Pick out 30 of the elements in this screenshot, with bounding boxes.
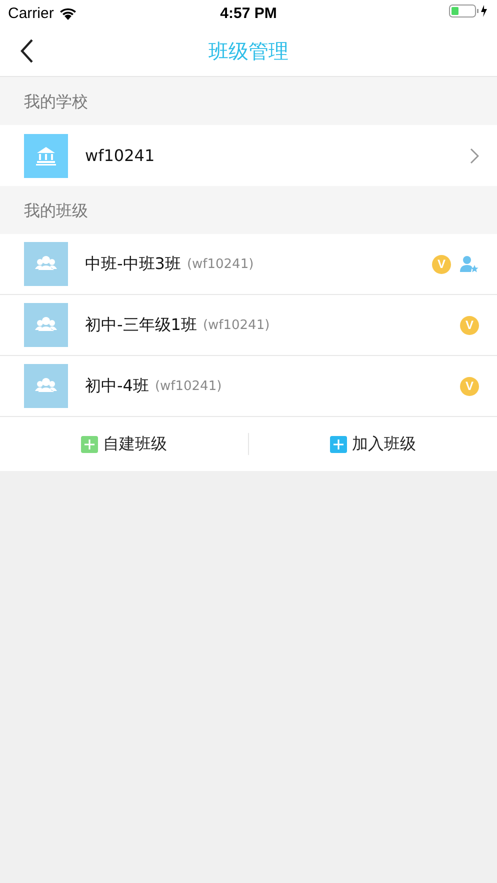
school-code: (wf10241) <box>154 378 222 394</box>
back-icon[interactable] <box>20 39 34 63</box>
school-code: (wf10241) <box>202 318 270 332</box>
chevron-icon <box>470 148 479 164</box>
page-title: 班级管理 <box>208 38 288 64</box>
section-header: 我的班级 <box>0 186 497 234</box>
status-time: 4:57 PM <box>220 4 277 22</box>
vip-badge: V <box>460 376 479 396</box>
group-icon <box>24 303 68 347</box>
class-row[interactable]: 中班-中班3班 (wf10241) V <box>0 234 497 295</box>
teacher-icon <box>459 254 479 274</box>
vip-badge: V <box>460 316 479 334</box>
vip-badge: V <box>432 254 451 274</box>
action-button[interactable]: 加入班级 <box>326 430 420 458</box>
class-name: 初中-三年级1班 <box>85 314 197 336</box>
action-button[interactable]: 自建班级 <box>77 430 171 458</box>
school-row[interactable]: wf10241 <box>0 125 497 186</box>
school-code: (wf10241) <box>186 256 254 272</box>
group-icon <box>24 242 68 286</box>
class-row[interactable]: 初中-三年级1班 (wf10241) V <box>0 295 497 356</box>
school-name: wf10241 <box>85 146 156 165</box>
section-header: 我的学校 <box>0 77 497 125</box>
class-row[interactable]: 初中-4班 (wf10241) V <box>0 356 497 417</box>
carrier-name: Carrier <box>8 4 54 22</box>
class-name: 初中-4班 <box>85 376 149 396</box>
school-icon <box>24 134 68 178</box>
wifi-icon <box>58 6 77 20</box>
battery-icon <box>449 4 489 18</box>
group-icon <box>24 364 68 408</box>
class-name: 中班-中班3班 <box>85 254 181 274</box>
